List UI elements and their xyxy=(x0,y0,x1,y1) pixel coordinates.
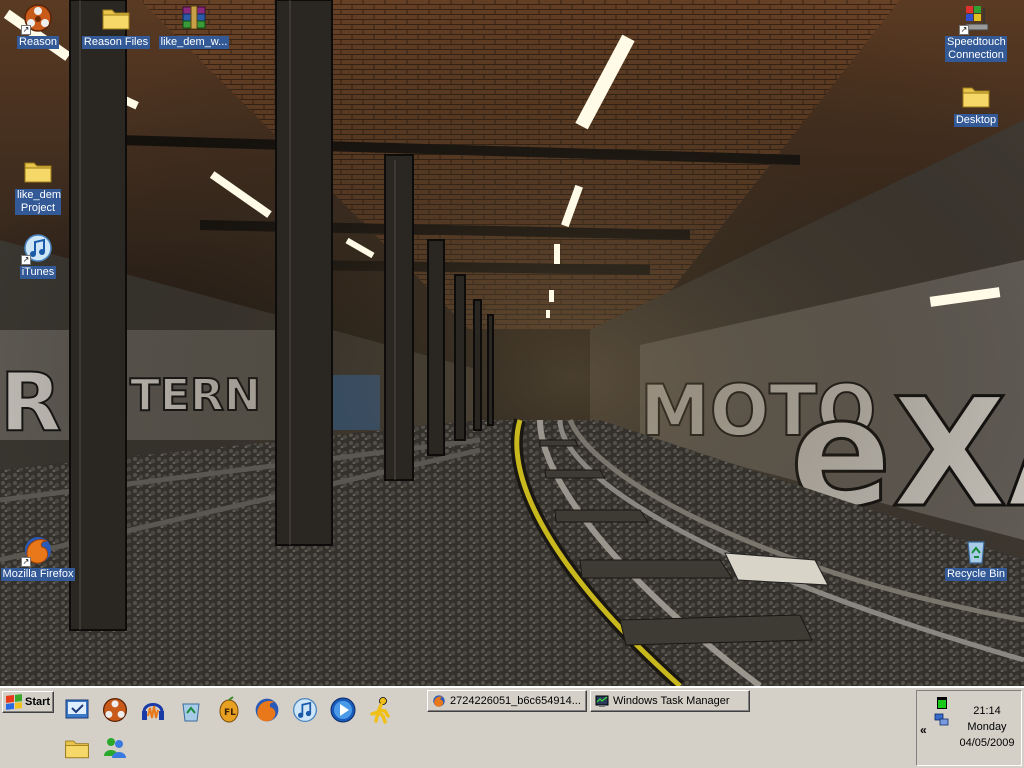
messenger-icon[interactable] xyxy=(98,731,132,765)
shortcut-arrow-icon: ↗ xyxy=(959,25,969,35)
show-hidden-icons-chevron[interactable]: « xyxy=(920,723,927,737)
task-manager-icon xyxy=(595,694,609,708)
reason-icon: ↗ xyxy=(21,2,54,35)
clock-day: Monday xyxy=(967,721,1007,733)
media-player-icon[interactable] xyxy=(326,693,360,727)
desktop-icon-recycle-bin[interactable]: Recycle Bin xyxy=(938,534,1014,581)
task-button-label: 2724226051_b6c654914... xyxy=(450,695,581,707)
recycle-bin-icon xyxy=(960,534,992,566)
audacity-icon[interactable] xyxy=(136,693,170,727)
folder-icon xyxy=(100,2,132,34)
fl-studio-icon[interactable]: FL xyxy=(212,693,246,727)
desktop-icon-label: Desktop xyxy=(953,114,999,127)
clock-date: 04/05/2009 xyxy=(959,737,1015,749)
desktop-icon-label: Speedtouch Connection xyxy=(945,36,1007,62)
desktop-icon-like-dem-project[interactable]: like_dem Project xyxy=(0,155,76,215)
firefox-icon xyxy=(432,694,446,708)
desktop-icon-label: Recycle Bin xyxy=(944,568,1008,581)
desktop-icon-label: like_dem_w... xyxy=(158,36,230,49)
taskbar: Start FL 2724226051_b6c654914... Windows… xyxy=(0,686,1024,768)
desktop-icon-itunes[interactable]: ↗ iTunes xyxy=(0,232,76,279)
task-button-label: Windows Task Manager xyxy=(613,695,730,707)
folder-icon xyxy=(960,80,992,112)
desktop-icon-label: like_dem Project xyxy=(15,189,62,215)
desktop-icon-speedtouch[interactable]: ↗ Speedtouch Connection xyxy=(938,2,1014,62)
task-button-firefox-window[interactable]: 2724226051_b6c654914... xyxy=(427,690,587,712)
quick-launch-toolbar: FL xyxy=(58,691,418,767)
folder-icon xyxy=(22,155,54,187)
desktop-icon-like-dem-archive[interactable]: like_dem_w... xyxy=(156,2,232,49)
start-button[interactable]: Start xyxy=(2,691,54,713)
speedtouch-icon: ↗ xyxy=(959,2,992,35)
desktop-wallpaper: TERN R MOTO eXA xyxy=(0,0,1024,686)
shortcut-arrow-icon: ↗ xyxy=(21,557,31,567)
system-tray: « 21:14 Monday 04/05/2009 xyxy=(916,690,1022,766)
desktop-icon-firefox[interactable]: ↗ Mozilla Firefox xyxy=(0,534,76,581)
clock[interactable]: 21:14 Monday 04/05/2009 xyxy=(953,703,1021,751)
recycle-icon[interactable] xyxy=(174,693,208,727)
desktop-icon-label: Mozilla Firefox xyxy=(0,568,76,581)
folder-icon[interactable] xyxy=(60,731,94,765)
aim-icon[interactable] xyxy=(364,693,398,727)
itunes-icon: ↗ xyxy=(21,232,54,265)
task-button-task-manager[interactable]: Windows Task Manager xyxy=(590,690,750,712)
show-desktop-icon[interactable] xyxy=(60,693,94,727)
desktop-icon-reason-files[interactable]: Reason Files xyxy=(78,2,154,49)
itunes-icon[interactable] xyxy=(288,693,322,727)
firefox-icon[interactable] xyxy=(250,693,284,727)
firefox-icon: ↗ xyxy=(21,534,54,567)
start-label: Start xyxy=(25,696,51,708)
svg-text:FL: FL xyxy=(224,708,236,718)
clock-time: 21:14 xyxy=(973,705,1001,717)
desktop-icon-label: iTunes xyxy=(19,266,57,279)
shortcut-arrow-icon: ↗ xyxy=(21,25,31,35)
shortcut-arrow-icon: ↗ xyxy=(21,255,31,265)
desktop-icon-reason[interactable]: ↗ Reason xyxy=(0,2,76,49)
reason-icon[interactable] xyxy=(98,693,132,727)
cpu-usage-icon[interactable] xyxy=(937,697,947,709)
network-connection-icon[interactable] xyxy=(934,713,950,727)
winrar-archive-icon xyxy=(178,2,210,34)
desktop-icon-label: Reason xyxy=(17,36,59,49)
windows-logo-icon xyxy=(6,694,22,710)
desktop-icon-desktop-folder[interactable]: Desktop xyxy=(938,80,1014,127)
desktop-icon-label: Reason Files xyxy=(81,36,151,49)
